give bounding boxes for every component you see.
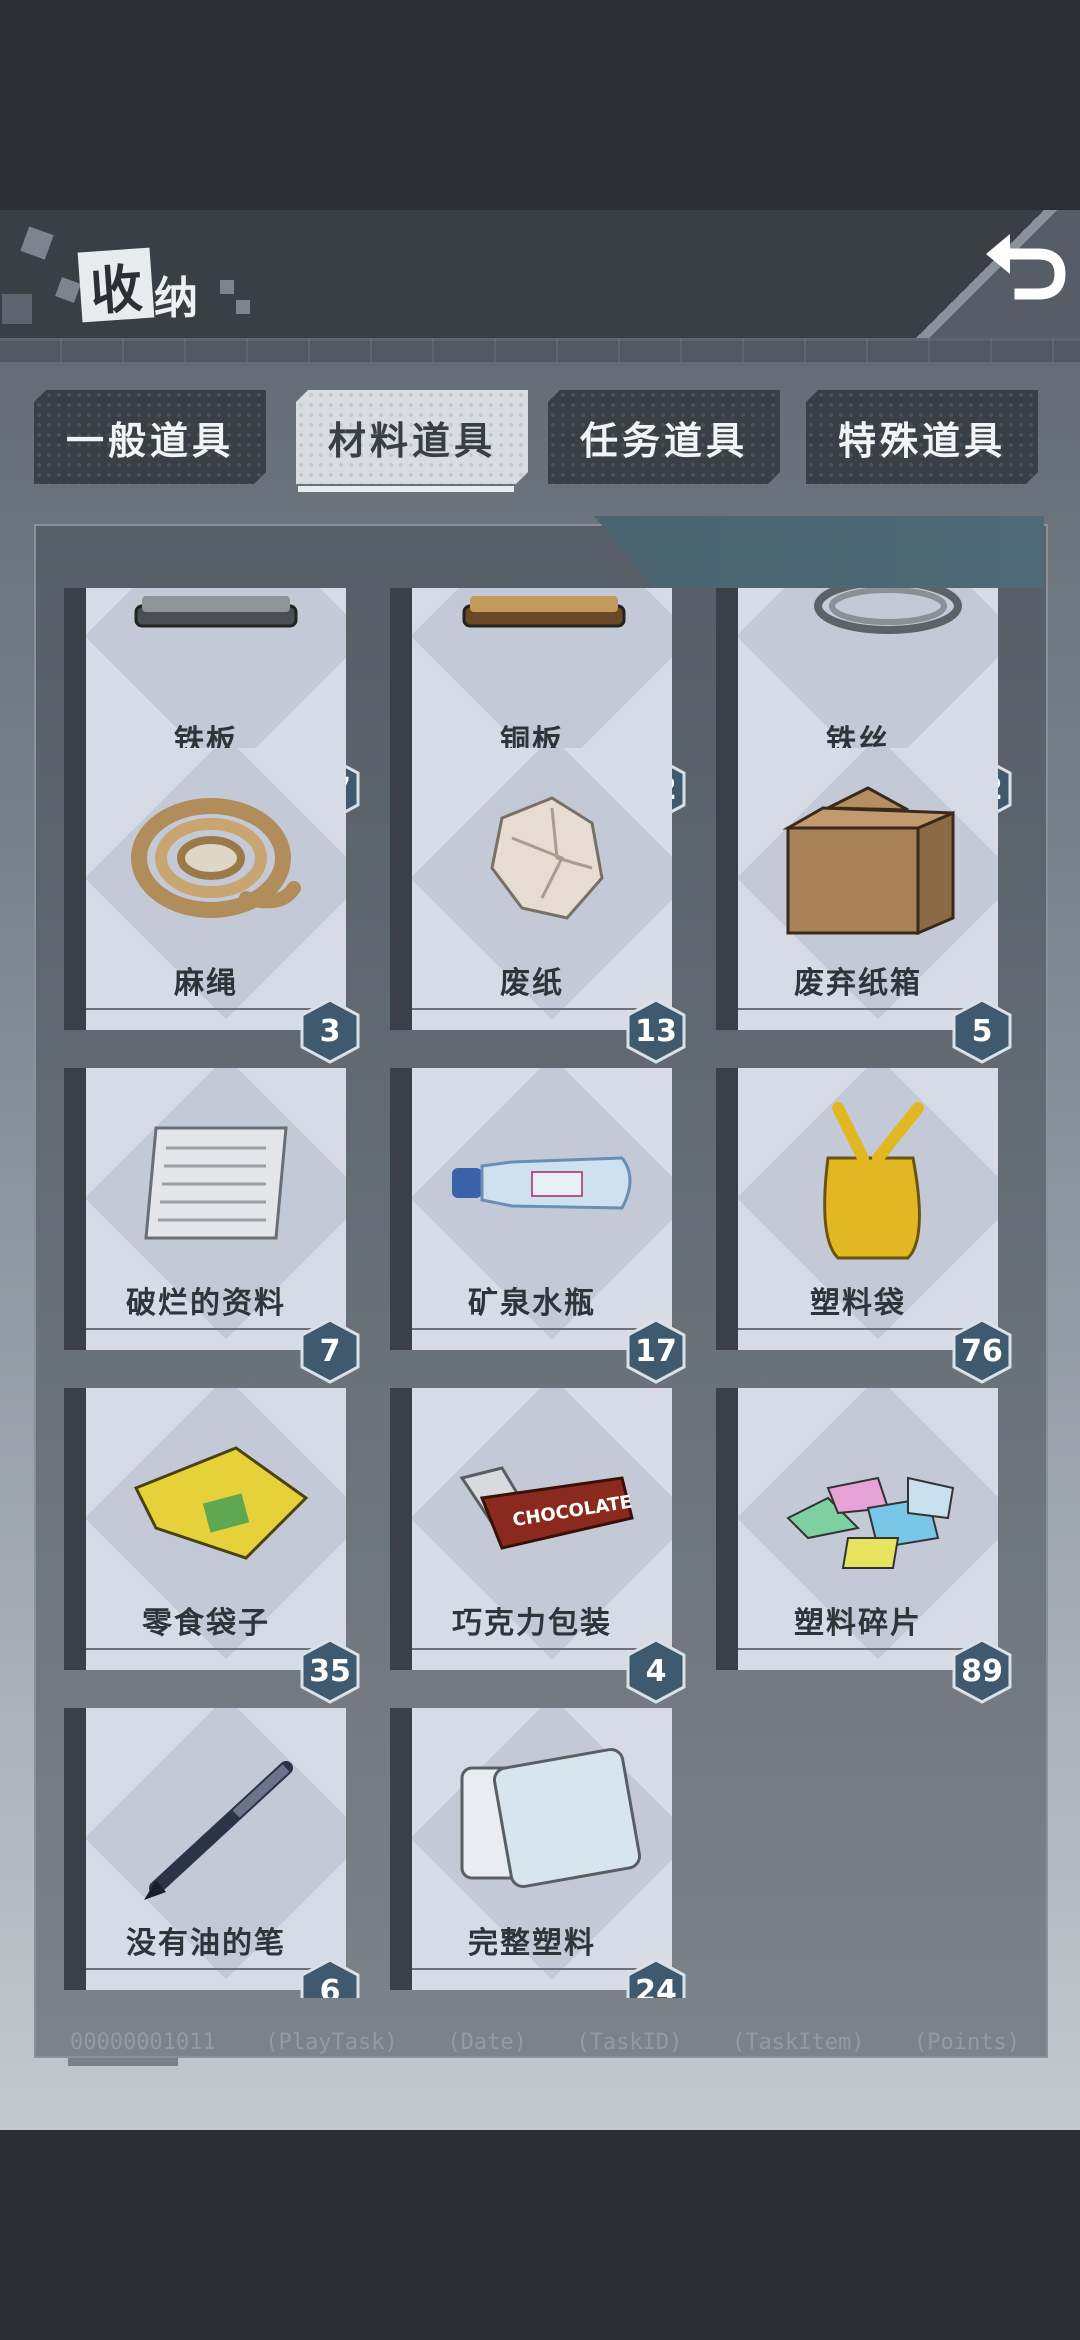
footer-field: (Date) xyxy=(447,2030,527,2055)
item-name: 废弃纸箱 xyxy=(794,966,922,1001)
card-divider xyxy=(412,1008,642,1010)
page-title-box: 收 xyxy=(77,247,155,323)
item-name: 没有油的笔 xyxy=(126,1926,286,1961)
item-card[interactable]: 零食袋子 xyxy=(64,1388,346,1670)
item-card[interactable]: 矿泉水瓶 xyxy=(390,1068,672,1350)
header-stripe xyxy=(0,338,1080,362)
item-count-badge: 6 xyxy=(298,1958,362,1998)
tab-general-items[interactable]: 一般道具 xyxy=(34,390,266,484)
chocolate-wrapper-icon: CHOCOLATE xyxy=(459,1466,634,1550)
status-area xyxy=(0,0,1080,210)
item-count-badge: 5 xyxy=(950,998,1014,1064)
card-divider xyxy=(412,1968,642,1970)
tab-label: 一般道具 xyxy=(65,418,234,463)
item-card[interactable]: 破烂的资料 xyxy=(64,1068,346,1350)
footer-field: (PlayTask) xyxy=(265,2030,398,2055)
item-name: 废纸 xyxy=(500,966,564,1001)
decor-square xyxy=(2,294,32,324)
tab-label: 材料道具 xyxy=(327,418,496,463)
item-card[interactable]: 废弃纸箱 xyxy=(716,748,998,1030)
iron-plate-icon xyxy=(134,596,298,628)
item-name: 麻绳 xyxy=(174,966,238,1001)
tab-material-items[interactable]: 材料道具 xyxy=(296,390,528,484)
page-title: 收 xyxy=(88,258,145,323)
cardboard-box-icon xyxy=(782,786,955,936)
old-documents-icon xyxy=(144,1126,288,1240)
item-card[interactable]: 没有油的笔 xyxy=(64,1708,346,1990)
card-divider xyxy=(86,1328,316,1330)
tab-special-items[interactable]: 特殊道具 xyxy=(806,390,1038,484)
back-button[interactable] xyxy=(976,224,1076,304)
pen-icon xyxy=(144,1761,293,1900)
item-name: 巧克力包装 xyxy=(452,1606,612,1641)
item-count-badge: 13 xyxy=(624,998,688,1064)
wire-coil-icon xyxy=(814,588,962,634)
decor-square xyxy=(20,226,54,260)
item-name: 塑料袋 xyxy=(810,1286,906,1321)
item-name: 完整塑料 xyxy=(468,1926,596,1961)
item-count-badge: 7 xyxy=(298,1318,362,1384)
item-count-badge: 76 xyxy=(950,1318,1014,1384)
item-name: 零食袋子 xyxy=(142,1606,270,1641)
tab-quest-items[interactable]: 任务道具 xyxy=(548,390,780,484)
item-count-badge: 35 xyxy=(298,1638,362,1704)
page-title-suffix: 纳 xyxy=(154,273,198,324)
snack-bag-icon xyxy=(133,1446,309,1560)
item-name: 矿泉水瓶 xyxy=(468,1286,596,1321)
item-card[interactable]: 塑料碎片 xyxy=(716,1388,998,1670)
copper-plate-icon xyxy=(462,596,626,628)
item-name: 破烂的资料 xyxy=(126,1286,286,1321)
bottom-area xyxy=(0,2130,1080,2340)
decor-square xyxy=(55,277,81,303)
card-divider xyxy=(86,1008,316,1010)
item-card[interactable]: CHOCOLATE 巧克力包装 xyxy=(390,1388,672,1670)
footer-id: 00000001011 xyxy=(70,2030,216,2055)
plastic-shards-icon xyxy=(786,1476,955,1569)
header: 收 纳 xyxy=(0,210,1080,341)
item-count-badge: 4 xyxy=(624,1638,688,1704)
scroll-indicator xyxy=(68,2058,178,2066)
rope-icon xyxy=(131,798,301,918)
active-tab-indicator xyxy=(298,486,514,492)
item-card[interactable]: 完整塑料 xyxy=(390,1708,672,1990)
footer-field: (TaskItem) xyxy=(731,2030,865,2055)
card-divider xyxy=(738,1648,968,1650)
tab-label: 任务道具 xyxy=(579,418,748,463)
item-card[interactable]: 塑料袋 xyxy=(716,1068,998,1350)
back-arrow-icon xyxy=(986,234,1066,300)
crumpled-paper-icon xyxy=(490,796,604,920)
item-count-badge: 24 xyxy=(624,1958,688,1998)
tab-label: 特殊道具 xyxy=(837,418,1006,463)
plastic-bag-icon xyxy=(823,1102,924,1260)
category-tabs: 一般道具 材料道具 任务道具 特殊道具 xyxy=(0,390,1080,500)
card-divider xyxy=(86,1968,316,1970)
card-divider xyxy=(86,1648,316,1650)
decor-square xyxy=(220,280,234,294)
item-count-badge: 3 xyxy=(298,998,362,1064)
footer-field: (TaskID) xyxy=(576,2030,683,2055)
card-divider xyxy=(412,1328,642,1330)
item-card[interactable]: 麻绳 xyxy=(64,748,346,1030)
footer-field: (Points) xyxy=(914,2030,1020,2055)
footer-debug-text: 00000001011 (PlayTask) (Date) (TaskID) (… xyxy=(70,2030,1020,2055)
card-divider xyxy=(738,1328,968,1330)
inventory-panel: 收 纳 一般道具 材料道具 任务道具 特殊道具 铁板 铜板 铁丝 麻绳 废纸 废… xyxy=(0,210,1080,2130)
item-count-badge: 17 xyxy=(624,1318,688,1384)
item-grid[interactable]: 铁板 铜板 铁丝 27 32 22 xyxy=(34,588,1044,1998)
item-count-badge: 89 xyxy=(950,1638,1014,1704)
item-card[interactable]: 废纸 xyxy=(390,748,672,1030)
item-name: 塑料碎片 xyxy=(794,1606,922,1641)
water-bottle-icon xyxy=(452,1156,632,1210)
card-divider xyxy=(738,1008,968,1010)
plastic-container-icon xyxy=(460,1748,642,1888)
card-divider xyxy=(412,1648,642,1650)
decor-square xyxy=(236,300,250,314)
